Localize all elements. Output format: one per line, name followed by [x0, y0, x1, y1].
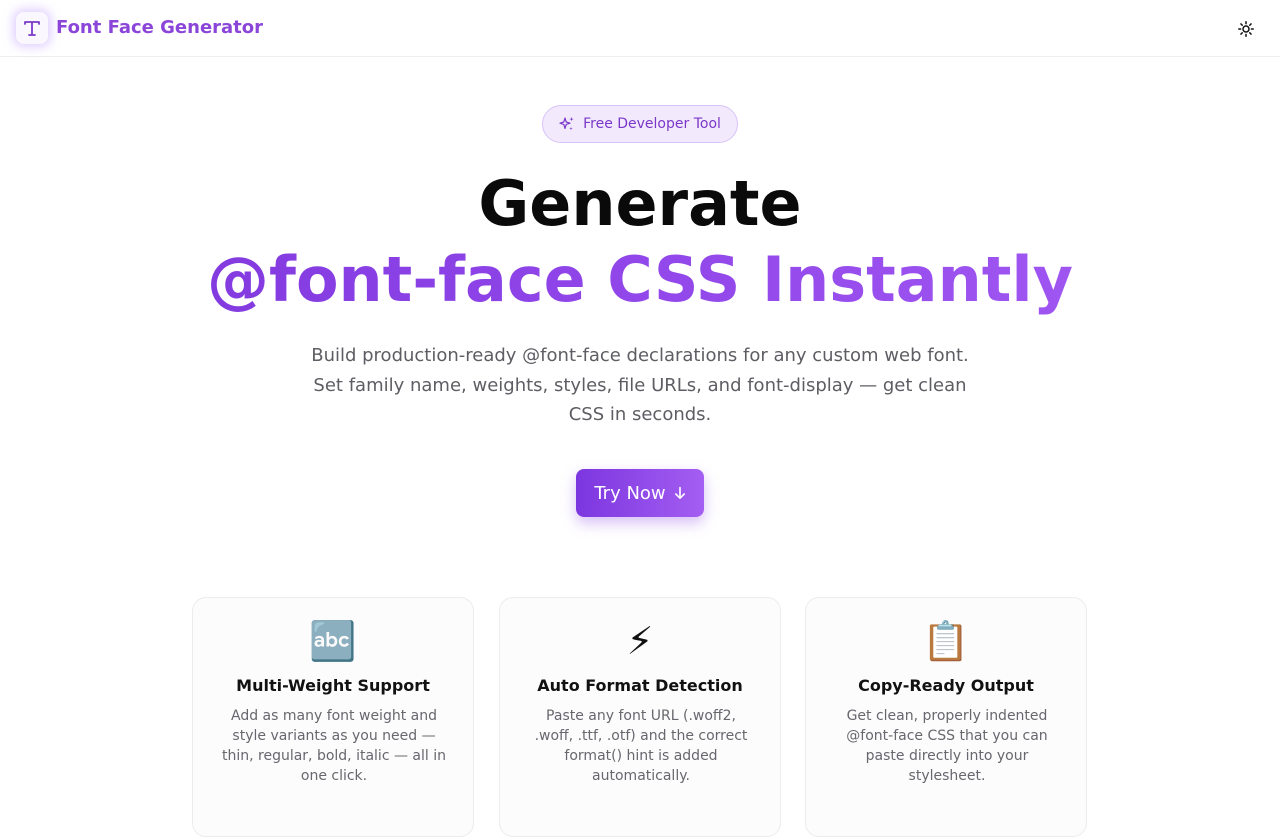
hero-title-line-2: @font-face CSS Instantly	[0, 242, 1280, 318]
abc-icon: 🔤	[309, 619, 357, 663]
try-now-button[interactable]: Try Now	[576, 469, 704, 517]
feature-title: Auto Format Detection	[537, 676, 743, 695]
logo-icon[interactable]	[16, 12, 48, 44]
feature-title: Copy-Ready Output	[858, 676, 1034, 695]
feature-description: Add as many font weight and style varian…	[221, 708, 446, 784]
lightning-icon: ⚡	[626, 619, 654, 663]
free-tool-badge: Free Developer Tool	[542, 105, 738, 143]
brand-name[interactable]: Font Face Generator	[56, 16, 263, 40]
type-icon	[24, 21, 40, 36]
feature-description: Paste any font URL (.woff2, .woff, .ttf,…	[534, 708, 748, 784]
arrow-down-icon	[674, 486, 685, 499]
feature-description: Get clean, properly indented @font-face …	[846, 708, 1048, 784]
feature-title: Multi-Weight Support	[236, 676, 430, 695]
feature-card-auto-format: ⚡ Auto Format Detection Paste any font U…	[499, 597, 781, 837]
clipboard-icon: 📋	[922, 619, 970, 663]
sparkles-icon	[559, 117, 574, 131]
try-now-label: Try Now	[594, 482, 666, 504]
top-bar: Font Face Generator	[0, 0, 1280, 57]
badge-label: Free Developer Tool	[583, 116, 721, 132]
theme-toggle-button[interactable]	[1232, 15, 1260, 43]
sun-icon	[1238, 21, 1254, 37]
feature-card-copy-ready: 📋 Copy-Ready Output Get clean, properly …	[805, 597, 1087, 837]
hero-title-line-1: Generate	[478, 167, 802, 240]
hero-description: Build production-ready @font-face declar…	[311, 345, 969, 425]
feature-card-multi-weight: 🔤 Multi-Weight Support Add as many font …	[192, 597, 474, 837]
